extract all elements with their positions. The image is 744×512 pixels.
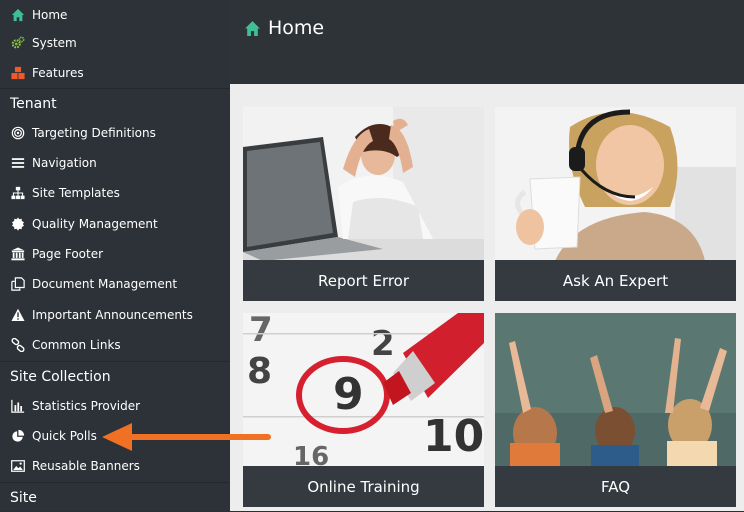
sidebar-item-quality-management[interactable]: Quality Management [0, 209, 230, 239]
sidebar-item-features[interactable]: Features [0, 58, 230, 88]
tile-label: Report Error [317, 271, 410, 290]
tile-caption: Ask An Expert [495, 260, 736, 301]
svg-text:9: 9 [333, 369, 364, 420]
main-content: Home Report Error Ask An Expert 7 2 8 9 … [230, 0, 744, 511]
tile-label: Ask An Expert [562, 271, 669, 290]
section-site: Site [0, 482, 230, 512]
sitemap-icon [10, 185, 26, 201]
documents-icon [10, 276, 26, 292]
tile-faq[interactable]: FAQ [495, 313, 736, 507]
institution-icon [10, 246, 26, 262]
cogs-icon [10, 35, 26, 51]
sidebar-item-statistics-provider[interactable]: Statistics Provider [0, 391, 230, 421]
sidebar-item-label: Quality Management [32, 217, 158, 231]
sidebar-item-label: System [32, 36, 77, 50]
sidebar-item-label: Targeting Definitions [32, 126, 156, 140]
sidebar-item-quick-polls[interactable]: Quick Polls [0, 421, 230, 451]
bar-chart-icon [10, 398, 26, 414]
image-icon [10, 458, 26, 474]
sidebar-item-label: Document Management [32, 277, 178, 291]
link-icon [10, 337, 26, 353]
page-title: Home [244, 17, 324, 39]
tile-report-error[interactable]: Report Error [243, 107, 484, 301]
sidebar-item-label: Home [32, 8, 68, 22]
sidebar-item-label: Navigation [32, 156, 97, 170]
target-icon [10, 125, 26, 141]
sidebar-item-label: Reusable Banners [32, 459, 140, 473]
tile-caption: FAQ [495, 466, 736, 507]
tile-image-stressed-woman [243, 107, 484, 261]
sidebar-item-targeting-definitions[interactable]: Targeting Definitions [0, 118, 230, 148]
tile-caption: Online Training [243, 466, 484, 507]
sidebar-item-common-links[interactable]: Common Links [0, 330, 230, 360]
page-header: Home [230, 0, 744, 84]
sidebar-item-label: Statistics Provider [32, 399, 141, 413]
cubes-icon [10, 65, 26, 81]
sidebar-item-important-announcements[interactable]: Important Announcements [0, 300, 230, 330]
home-icon [10, 7, 26, 23]
sidebar-item-reusable-banners[interactable]: Reusable Banners [0, 451, 230, 481]
tile-label: Online Training [307, 477, 420, 496]
sidebar-item-label: Common Links [32, 338, 121, 352]
section-title: Site Collection [10, 368, 111, 385]
sidebar-item-site-templates[interactable]: Site Templates [0, 178, 230, 208]
home-icon [245, 20, 260, 36]
sidebar-item-label: Features [32, 66, 84, 80]
svg-text:8: 8 [247, 351, 272, 392]
sidebar-item-label: Site Templates [32, 186, 120, 200]
menu-icon [10, 155, 26, 171]
svg-text:10: 10 [423, 411, 484, 462]
tile-image-support-agent [495, 107, 736, 261]
section-tenant: Tenant [0, 88, 230, 118]
sidebar-item-navigation[interactable]: Navigation [0, 148, 230, 178]
sidebar-item-system[interactable]: System [0, 28, 230, 58]
tile-image-calendar-marker: 7 2 8 9 10 16 [243, 313, 484, 467]
badge-icon [10, 216, 26, 232]
section-title: Tenant [10, 95, 57, 112]
sidebar-item-label: Important Announcements [32, 308, 193, 322]
svg-text:7: 7 [249, 313, 273, 350]
svg-text:16: 16 [293, 442, 329, 467]
tile-online-training[interactable]: 7 2 8 9 10 16 Online Training [243, 313, 484, 507]
section-site-collection: Site Collection [0, 361, 230, 391]
warning-icon [10, 307, 26, 323]
sidebar-item-home[interactable]: Home [0, 0, 230, 30]
tile-image-classroom [495, 313, 736, 467]
sidebar-item-page-footer[interactable]: Page Footer [0, 239, 230, 269]
sidebar-item-label: Quick Polls [32, 429, 97, 443]
tile-label: FAQ [600, 477, 631, 496]
tile-ask-an-expert[interactable]: Ask An Expert [495, 107, 736, 301]
tile-caption: Report Error [243, 260, 484, 301]
page-title-text: Home [268, 17, 325, 39]
sidebar: Home System Features Tenant Targeting De… [0, 0, 230, 511]
svg-text:2: 2 [371, 324, 395, 364]
section-title: Site [10, 489, 37, 506]
sidebar-item-document-management[interactable]: Document Management [0, 269, 230, 299]
pie-chart-icon [10, 428, 26, 444]
sidebar-item-label: Page Footer [32, 247, 104, 261]
